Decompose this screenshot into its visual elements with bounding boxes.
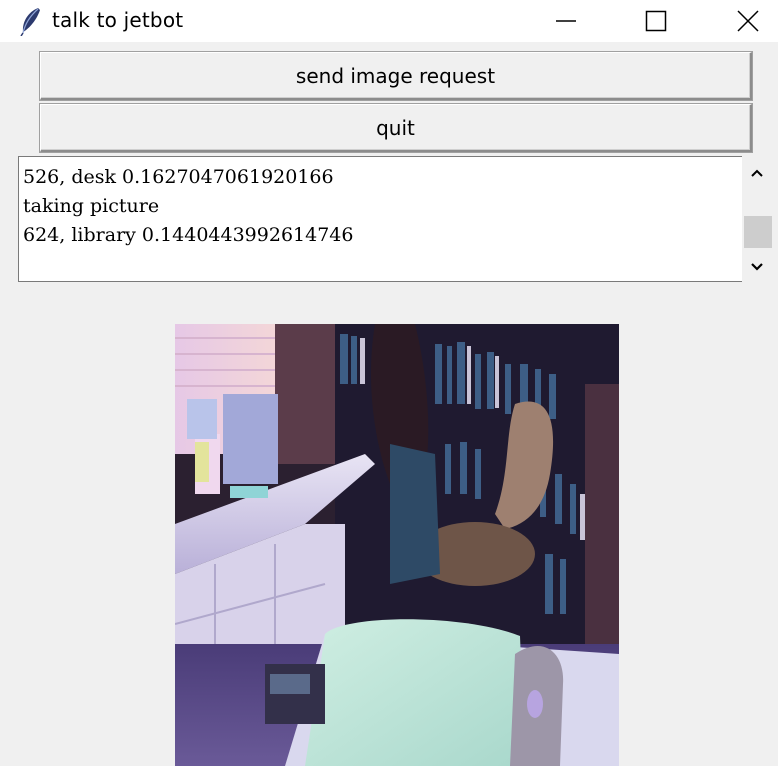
camera-image <box>175 324 619 766</box>
feather-icon <box>20 8 40 36</box>
quit-button[interactable]: quit <box>40 104 752 152</box>
log-scrollbar[interactable] <box>742 156 772 282</box>
log-textbox[interactable]: 526, desk 0.1627047061920166 taking pict… <box>18 156 742 282</box>
title-bar[interactable]: talk to jetbot <box>0 0 778 42</box>
chevron-up-icon <box>751 169 763 177</box>
close-icon <box>737 10 759 32</box>
maximize-button[interactable] <box>626 0 686 42</box>
send-image-request-button[interactable]: send image request <box>40 52 752 100</box>
minimize-button[interactable] <box>536 0 596 42</box>
scroll-down-button[interactable] <box>742 252 772 282</box>
window-title: talk to jetbot <box>52 8 184 32</box>
close-button[interactable] <box>718 0 778 42</box>
maximize-icon <box>645 10 667 32</box>
log-line: 526, desk 0.1627047061920166 <box>23 166 334 188</box>
scroll-up-button[interactable] <box>742 158 772 188</box>
camera-photo <box>175 324 619 766</box>
minimize-icon <box>556 20 576 22</box>
scroll-thumb[interactable] <box>744 216 772 248</box>
log-line: 624, library 0.1440443992614746 <box>23 224 354 246</box>
log-line: taking picture <box>23 195 160 217</box>
chevron-down-icon <box>751 263 763 271</box>
